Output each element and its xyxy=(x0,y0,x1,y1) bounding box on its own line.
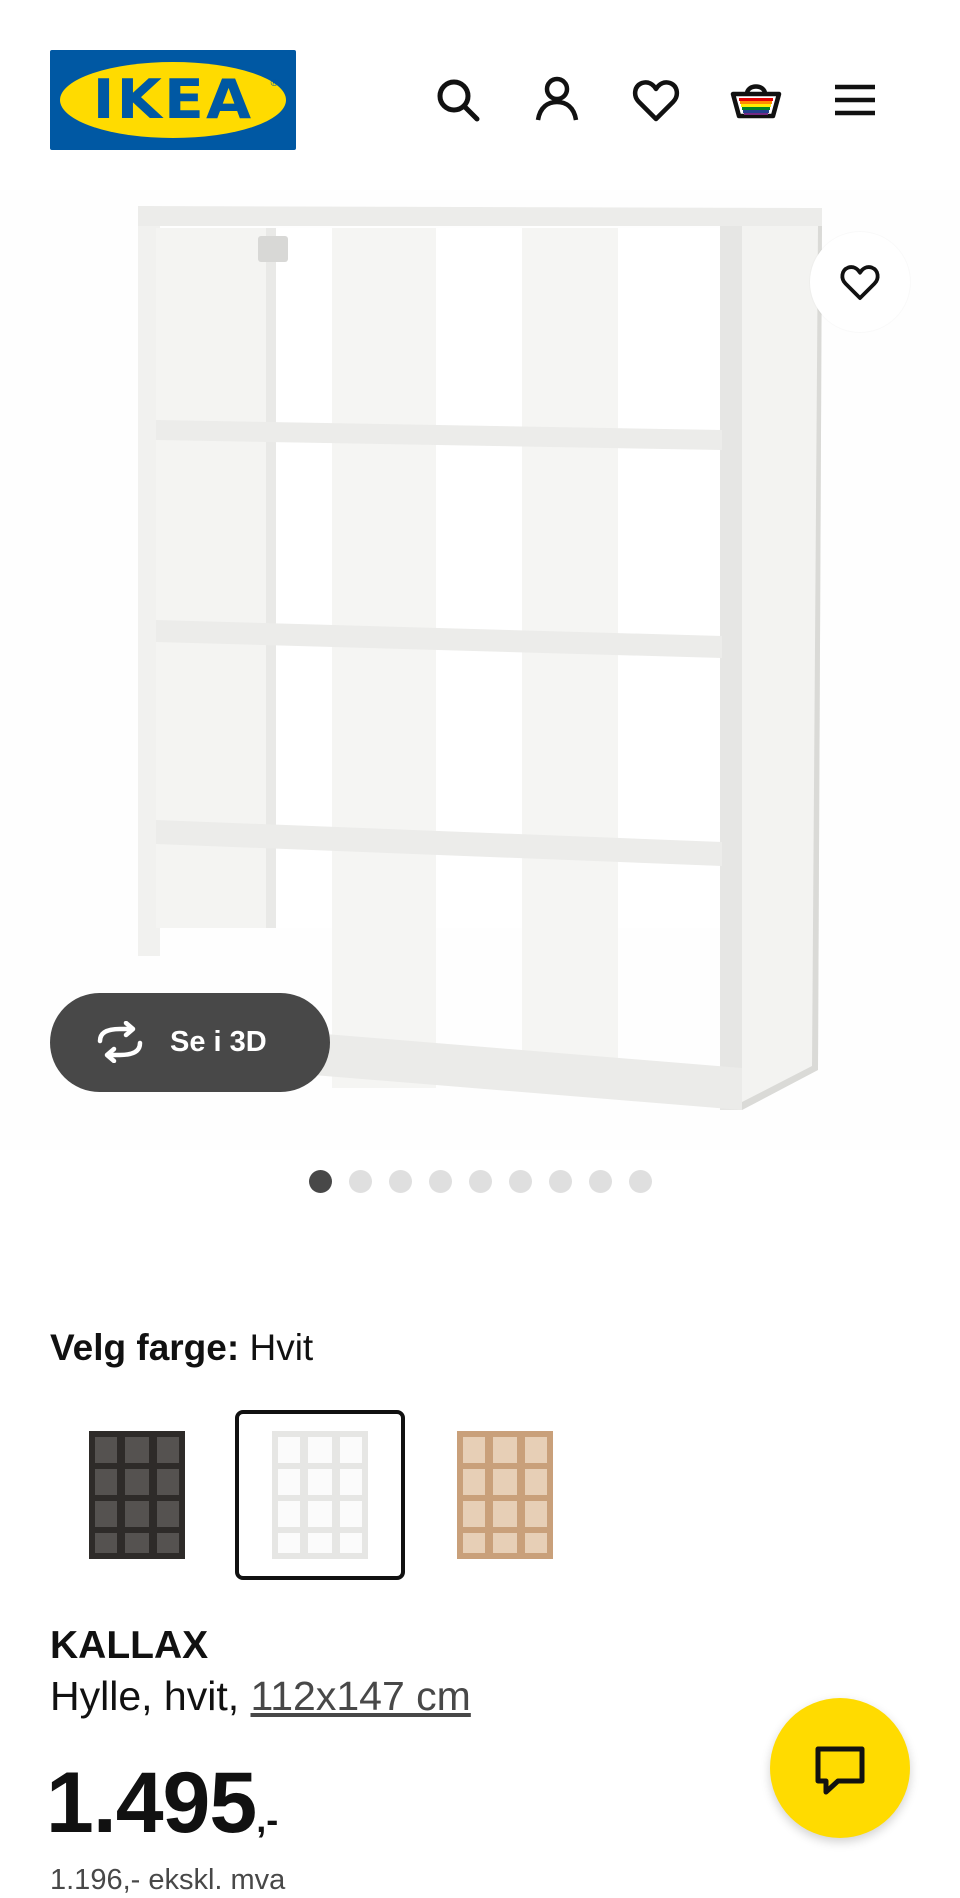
carousel-dot[interactable] xyxy=(468,1170,492,1193)
chat-button[interactable] xyxy=(770,1698,910,1838)
basket-icon[interactable] xyxy=(730,74,782,126)
carousel-dot[interactable] xyxy=(548,1170,572,1193)
swatch-shelf-image xyxy=(457,1431,553,1559)
product-name: KALLAX xyxy=(50,1624,209,1667)
carousel-dot[interactable] xyxy=(588,1170,612,1193)
logo-text: IKEA xyxy=(92,68,254,131)
rotate-3d-icon xyxy=(97,1021,143,1063)
price-suffix: ,- xyxy=(256,1799,279,1840)
color-swatch-oak[interactable] xyxy=(420,1410,590,1580)
product-type-text: Hylle, hvit, xyxy=(50,1673,251,1719)
color-selected-value: Hvit xyxy=(249,1327,314,1368)
carousel-dot[interactable] xyxy=(428,1170,452,1193)
swatch-shelf-image xyxy=(272,1431,368,1559)
color-swatch-black-brown[interactable] xyxy=(52,1410,222,1580)
chat-icon xyxy=(815,1746,865,1795)
carousel-dot[interactable] xyxy=(628,1170,652,1193)
image-carousel-dots xyxy=(0,1170,960,1194)
heart-icon[interactable] xyxy=(630,74,682,126)
carousel-dot[interactable] xyxy=(508,1170,532,1193)
menu-icon[interactable] xyxy=(829,74,881,126)
search-icon[interactable] xyxy=(432,74,484,126)
carousel-dot[interactable] xyxy=(348,1170,372,1193)
price-main: 1.495 xyxy=(46,1755,257,1851)
logo-registered-mark: ® xyxy=(270,78,278,89)
user-icon[interactable] xyxy=(531,74,583,126)
product-dimensions-link[interactable]: 112x147 cm xyxy=(251,1673,471,1719)
color-selector-label: Velg farge: Hvit xyxy=(50,1326,313,1370)
add-to-favourites-button[interactable] xyxy=(810,232,910,332)
view-in-3d-label: Se i 3D xyxy=(170,1026,267,1058)
color-label: Velg farge: xyxy=(50,1327,240,1368)
swatch-shelf-image xyxy=(89,1431,185,1559)
product-price: 1.495,- xyxy=(46,1758,278,1873)
product-description: Hylle, hvit, 112x147 cm xyxy=(50,1672,471,1720)
ikea-logo[interactable]: IKEA ® xyxy=(50,50,296,150)
carousel-dot[interactable] xyxy=(388,1170,412,1193)
color-swatch-white[interactable] xyxy=(235,1410,405,1580)
view-in-3d-button[interactable]: Se i 3D xyxy=(50,993,330,1092)
price-excl-vat: 1.196,- ekskl. mva xyxy=(50,1864,286,1896)
carousel-dot[interactable] xyxy=(308,1170,332,1193)
heart-icon xyxy=(840,265,880,300)
